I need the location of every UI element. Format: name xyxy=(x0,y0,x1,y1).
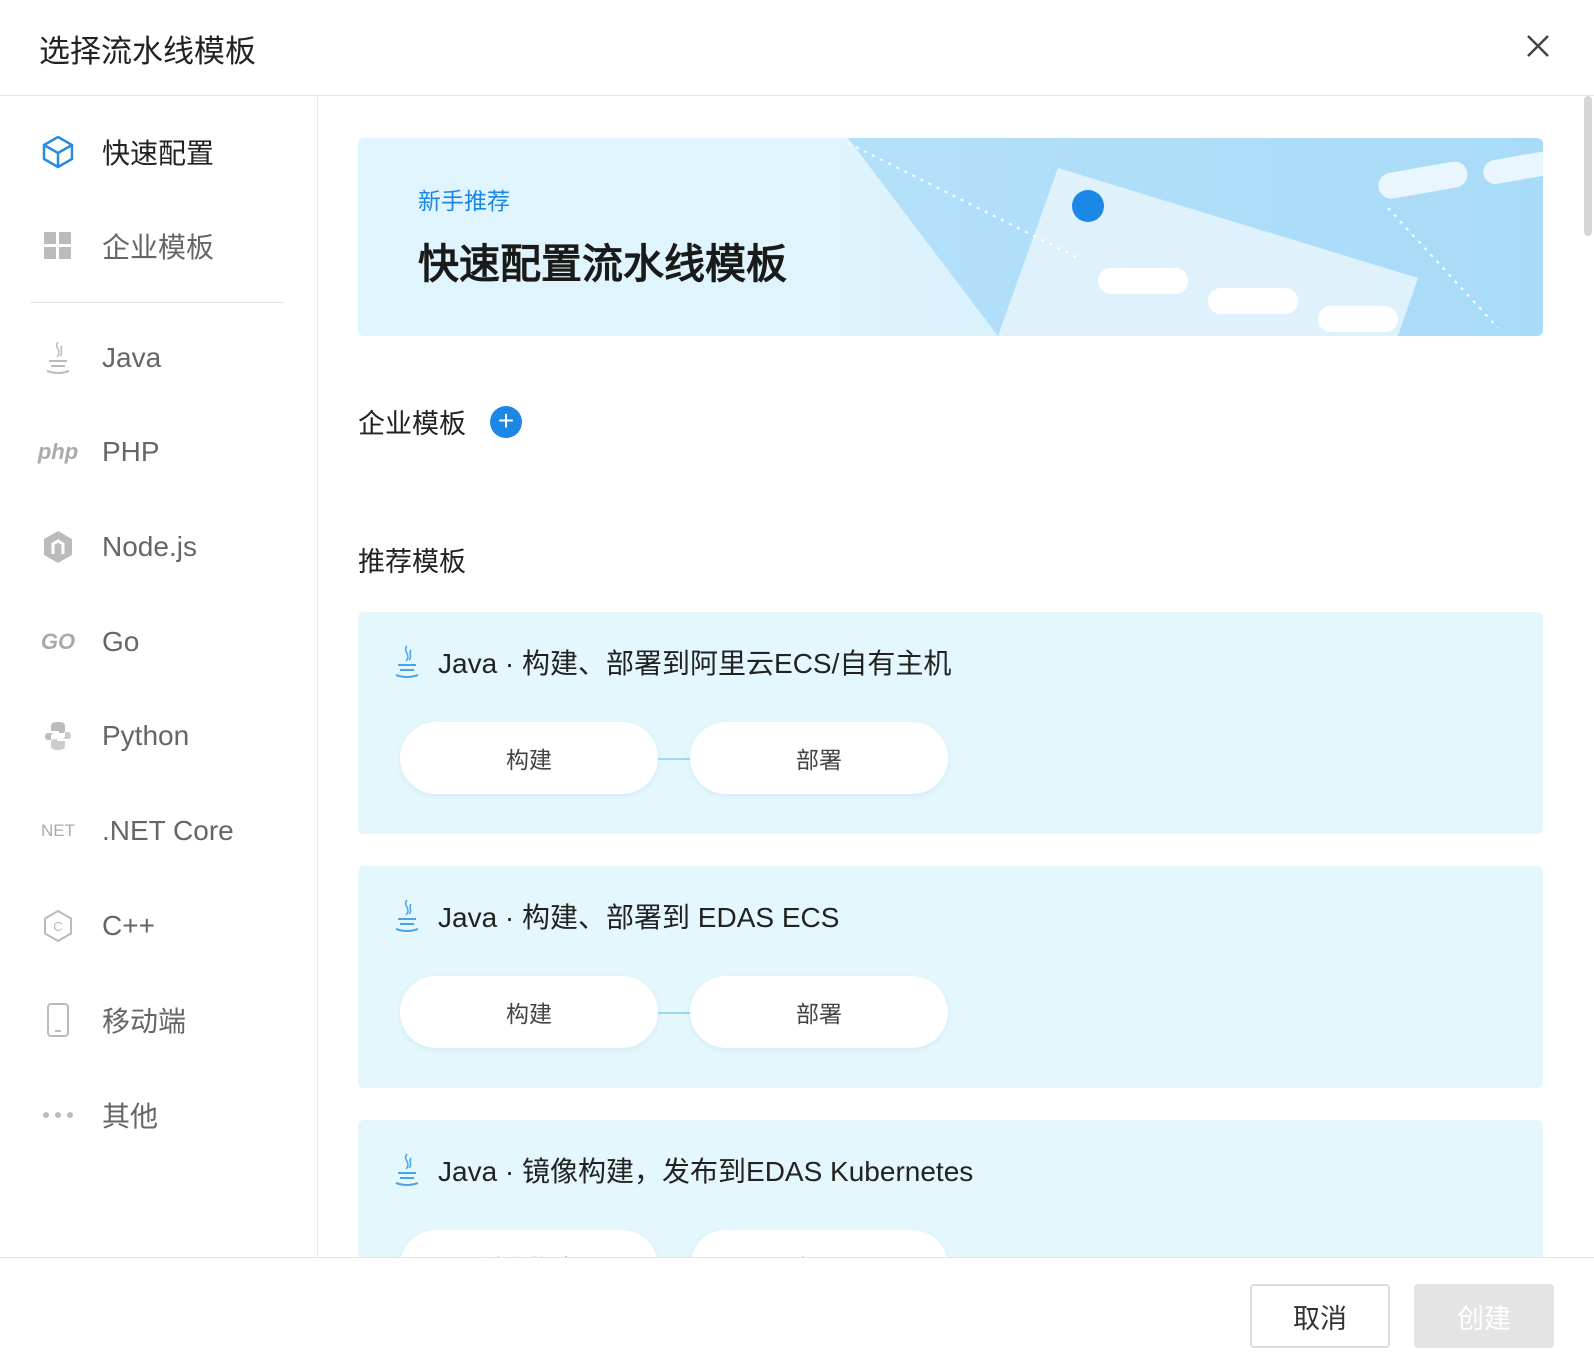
sidebar-divider xyxy=(30,302,284,303)
main-content: 新手推荐 快速配置流水线模板 企业模板 + 推荐模板 Java · 构建、部署到… xyxy=(318,96,1594,1258)
sidebar-item-label: Python xyxy=(102,720,190,751)
stage-connector xyxy=(658,1012,690,1014)
more-icon xyxy=(38,1111,78,1119)
template-card[interactable]: Java · 构建、部署到 EDAS ECS 构建 部署 xyxy=(358,866,1543,1088)
dotnet-icon: NET xyxy=(41,821,75,840)
sidebar-item-label: Go xyxy=(102,626,140,657)
sidebar-item-label: Java xyxy=(102,342,162,373)
stage-deploy: 部署 xyxy=(690,1230,948,1258)
sidebar-item-php[interactable]: php PHP xyxy=(0,422,318,482)
sidebar-item-label: 其他 xyxy=(102,1101,159,1132)
sidebar-item-quick-config[interactable]: 快速配置 xyxy=(0,122,318,182)
sidebar-item-nodejs[interactable]: Node.js xyxy=(0,517,318,577)
sidebar-item-label: 移动端 xyxy=(102,1006,187,1037)
sidebar-item-dotnet[interactable]: NET .NET Core xyxy=(0,801,318,861)
svg-text:C: C xyxy=(53,919,62,934)
sidebar-item-label: Node.js xyxy=(102,531,197,562)
php-icon: php xyxy=(37,439,79,464)
nodejs-icon xyxy=(38,530,78,564)
template-title: Java · 构建、部署到 EDAS ECS xyxy=(438,902,840,933)
sidebar-item-enterprise[interactable]: 企业模板 xyxy=(0,216,318,276)
template-card[interactable]: Java · 构建、部署到阿里云ECS/自有主机 构建 部署 xyxy=(358,612,1543,834)
sidebar-item-cpp[interactable]: C C++ xyxy=(0,896,318,956)
stage-build: 构建 xyxy=(400,722,658,794)
stage-connector xyxy=(658,758,690,760)
dialog-header: 选择流水线模板 xyxy=(0,0,1594,96)
sidebar: 快速配置 企业模板 Java php PHP Node.js GO Go Pyt… xyxy=(0,96,318,1258)
sidebar-item-label: 企业模板 xyxy=(102,232,215,263)
create-button[interactable]: 创建 xyxy=(1414,1284,1554,1348)
enterprise-section-title: 企业模板 xyxy=(358,409,466,439)
stage-image-build: 镜像构建 xyxy=(400,1230,658,1258)
banner[interactable]: 新手推荐 快速配置流水线模板 xyxy=(358,138,1543,336)
banner-subtitle: 新手推荐 xyxy=(418,188,510,214)
sidebar-item-label: PHP xyxy=(102,436,160,467)
cpp-icon: C xyxy=(38,909,78,943)
template-card[interactable]: Java · 镜像构建，发布到EDAS Kubernetes 镜像构建 部署 xyxy=(358,1120,1543,1258)
stage-deploy: 部署 xyxy=(690,722,948,794)
cube-icon xyxy=(38,134,78,170)
dialog-title: 选择流水线模板 xyxy=(39,34,256,69)
java-icon xyxy=(395,1153,419,1186)
java-icon xyxy=(395,645,419,678)
grid-icon xyxy=(38,232,78,260)
stage-deploy: 部署 xyxy=(690,976,948,1048)
sidebar-item-python[interactable]: Python xyxy=(0,706,318,766)
java-icon xyxy=(395,899,419,932)
template-title: Java · 构建、部署到阿里云ECS/自有主机 xyxy=(438,648,952,679)
scrollbar-thumb[interactable] xyxy=(1584,96,1592,236)
banner-title: 快速配置流水线模板 xyxy=(418,241,787,287)
python-icon xyxy=(38,720,78,752)
close-icon[interactable] xyxy=(1520,28,1556,64)
java-icon xyxy=(38,340,78,376)
plus-icon: + xyxy=(497,405,515,436)
cancel-button[interactable]: 取消 xyxy=(1250,1284,1390,1348)
sidebar-item-label: C++ xyxy=(102,910,155,941)
mobile-icon xyxy=(38,1002,78,1038)
add-enterprise-template-button[interactable]: + xyxy=(490,406,522,438)
go-icon: GO xyxy=(40,629,76,654)
sidebar-item-mobile[interactable]: 移动端 xyxy=(0,990,318,1050)
sidebar-item-go[interactable]: GO Go xyxy=(0,612,318,672)
sidebar-item-other[interactable]: 其他 xyxy=(0,1085,318,1145)
dialog-footer: 取消 创建 xyxy=(0,1257,1594,1368)
template-title: Java · 镜像构建，发布到EDAS Kubernetes xyxy=(438,1156,974,1187)
stage-build: 构建 xyxy=(400,976,658,1048)
sidebar-item-label: .NET Core xyxy=(102,815,234,846)
sidebar-item-label: 快速配置 xyxy=(102,138,215,169)
sidebar-item-java[interactable]: Java xyxy=(0,328,318,388)
recommended-section-title: 推荐模板 xyxy=(358,547,466,577)
